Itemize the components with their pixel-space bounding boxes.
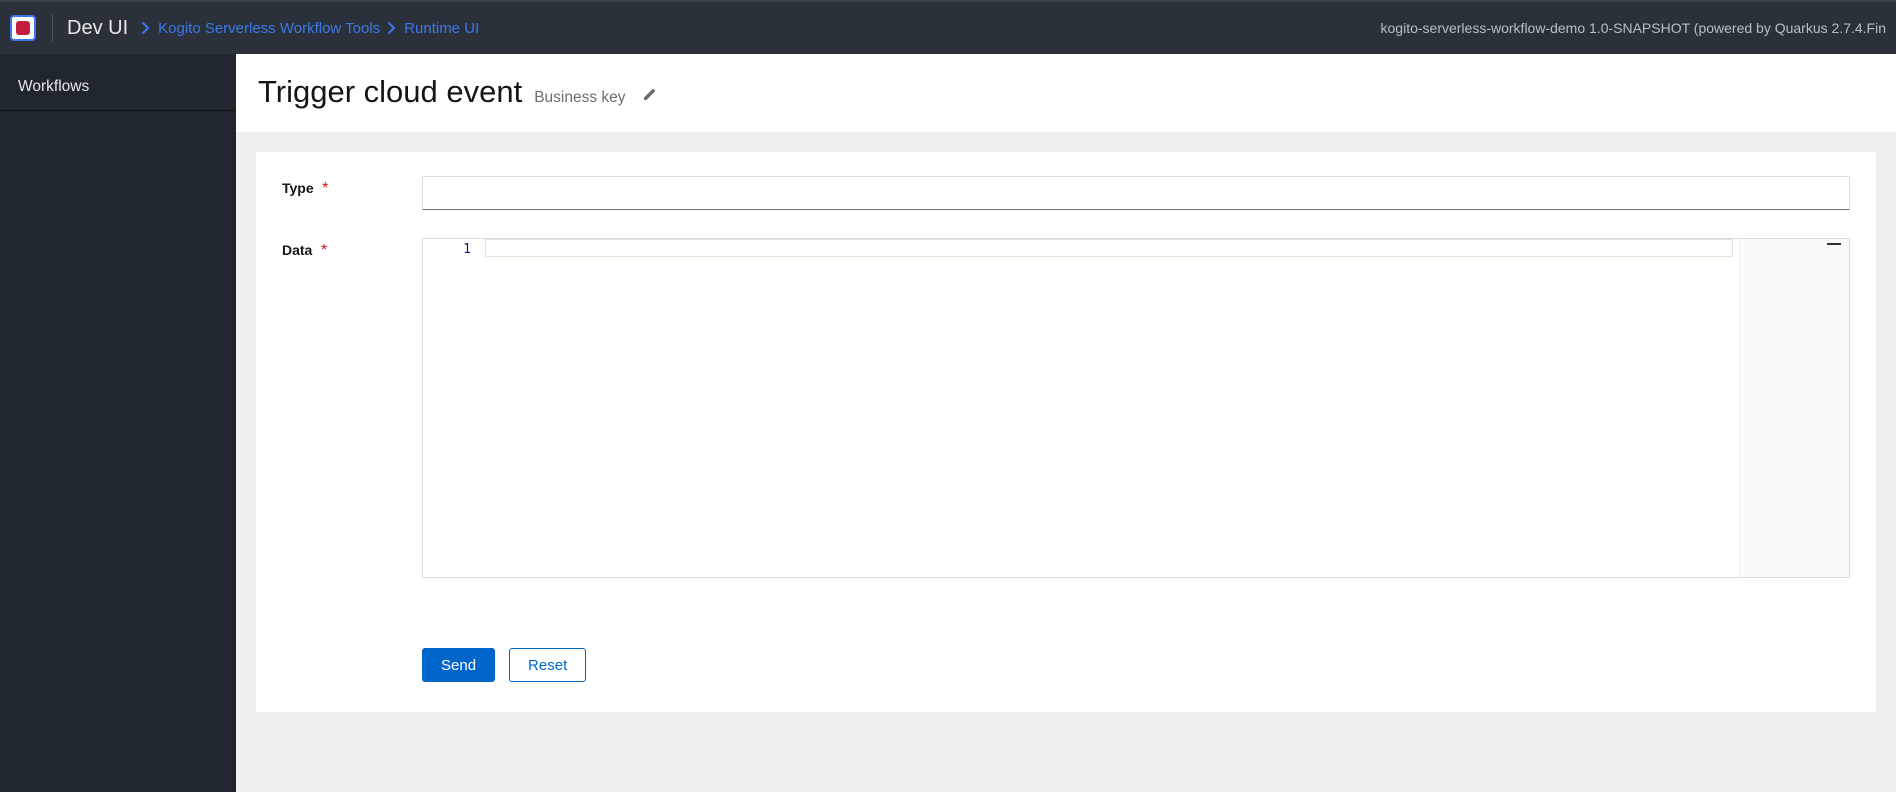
code-minimap[interactable]	[1739, 239, 1849, 577]
data-label: Data	[282, 242, 312, 258]
reset-button[interactable]: Reset	[509, 648, 586, 682]
brand-label: Dev UI	[67, 17, 128, 40]
line-number: 1	[423, 241, 471, 259]
top-bar: Dev UI Kogito Serverless Workflow Tools …	[0, 0, 1896, 54]
breadcrumb-item-tools[interactable]: Kogito Serverless Workflow Tools	[158, 20, 380, 37]
data-code-editor[interactable]: 1	[422, 238, 1850, 578]
page-title: Trigger cloud event	[258, 74, 522, 110]
topbar-divider	[52, 14, 53, 42]
main-content: Trigger cloud event Business key Type *	[236, 54, 1896, 792]
form-row-data: Data * 1	[282, 238, 1850, 578]
sidebar-item-workflows[interactable]: Workflows	[0, 64, 236, 111]
code-area[interactable]	[485, 239, 1739, 577]
breadcrumb: Kogito Serverless Workflow Tools Runtime…	[142, 20, 479, 37]
type-label: Type	[282, 180, 314, 196]
form-row-type: Type *	[282, 176, 1850, 210]
form-actions: Send Reset	[422, 648, 1850, 682]
chevron-right-icon	[142, 22, 150, 34]
pencil-icon[interactable]	[642, 86, 658, 102]
required-mark: *	[322, 180, 328, 197]
minimap-mark	[1827, 243, 1841, 245]
required-mark: *	[321, 242, 327, 259]
breadcrumb-item-runtime-ui[interactable]: Runtime UI	[404, 20, 479, 37]
form-card: Type * Data * 1	[256, 152, 1876, 712]
send-button[interactable]: Send	[422, 648, 495, 682]
data-textarea[interactable]	[485, 241, 1739, 577]
sidebar: Workflows	[0, 54, 236, 792]
page-header: Trigger cloud event Business key	[236, 54, 1896, 132]
code-gutter: 1	[423, 239, 485, 577]
type-input[interactable]	[422, 176, 1850, 210]
chevron-right-icon	[388, 22, 396, 34]
app-info: kogito-serverless-workflow-demo 1.0-SNAP…	[1381, 20, 1886, 36]
quarkus-logo	[10, 15, 36, 41]
business-key-label: Business key	[534, 89, 625, 107]
quarkus-logo-inner	[16, 21, 30, 35]
